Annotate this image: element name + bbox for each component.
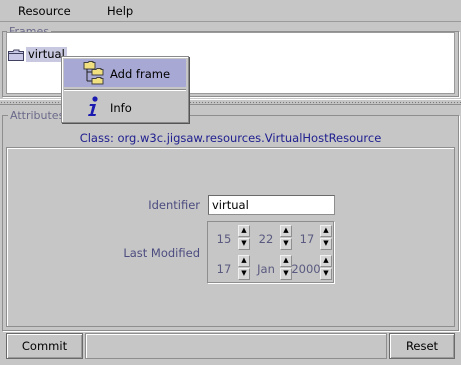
last-modified-label: Last Modified: [123, 246, 200, 260]
second-up-arrow-icon[interactable]: ▲: [320, 225, 332, 237]
context-menu-add-frame[interactable]: Add frame: [64, 59, 186, 87]
add-frame-label: Add frame: [110, 67, 171, 81]
day-value[interactable]: 17: [210, 262, 238, 276]
context-menu-separator: [64, 89, 186, 91]
day-down-arrow-icon[interactable]: ▼: [238, 268, 250, 280]
second-spinner[interactable]: ▲ ▼: [320, 225, 332, 251]
minute-spinner[interactable]: ▲ ▼: [280, 225, 292, 251]
class-name-text: Class: org.w3c.jigsaw.resources.VirtualH…: [79, 131, 382, 145]
year-down-arrow-icon[interactable]: ▼: [320, 268, 332, 280]
year-up-arrow-icon[interactable]: ▲: [320, 255, 332, 267]
hour-up-arrow-icon[interactable]: ▲: [238, 225, 250, 237]
menu-help[interactable]: Help: [107, 4, 133, 18]
status-field: [85, 333, 387, 359]
second-down-arrow-icon[interactable]: ▼: [320, 238, 332, 250]
menu-bar: Resource Help: [0, 0, 461, 22]
month-value[interactable]: Jan: [252, 262, 280, 276]
hour-value[interactable]: 15: [210, 232, 238, 246]
day-up-arrow-icon[interactable]: ▲: [238, 255, 250, 267]
second-value[interactable]: 17: [294, 232, 320, 246]
minute-up-arrow-icon[interactable]: ▲: [280, 225, 292, 237]
identifier-input[interactable]: virtual: [208, 195, 335, 215]
hour-spinner[interactable]: ▲ ▼: [238, 225, 250, 251]
menu-resource[interactable]: Resource: [18, 4, 71, 18]
info-icon: [88, 96, 98, 116]
year-spinner[interactable]: ▲ ▼: [320, 255, 332, 281]
hour-down-arrow-icon[interactable]: ▼: [238, 238, 250, 250]
add-frame-icon: [83, 61, 104, 85]
info-label: Info: [110, 101, 132, 115]
identifier-label: Identifier: [148, 198, 200, 212]
folder-icon: [8, 49, 24, 61]
commit-button[interactable]: Commit: [6, 333, 83, 359]
year-value[interactable]: 2000: [291, 262, 321, 276]
context-menu: Add frame Info: [61, 56, 189, 123]
minute-value[interactable]: 22: [252, 232, 280, 246]
attributes-title: Attributes: [8, 109, 67, 122]
minute-down-arrow-icon[interactable]: ▼: [280, 238, 292, 250]
day-spinner[interactable]: ▲ ▼: [238, 255, 250, 281]
reset-button[interactable]: Reset: [389, 333, 455, 359]
context-menu-info[interactable]: Info: [64, 93, 186, 121]
